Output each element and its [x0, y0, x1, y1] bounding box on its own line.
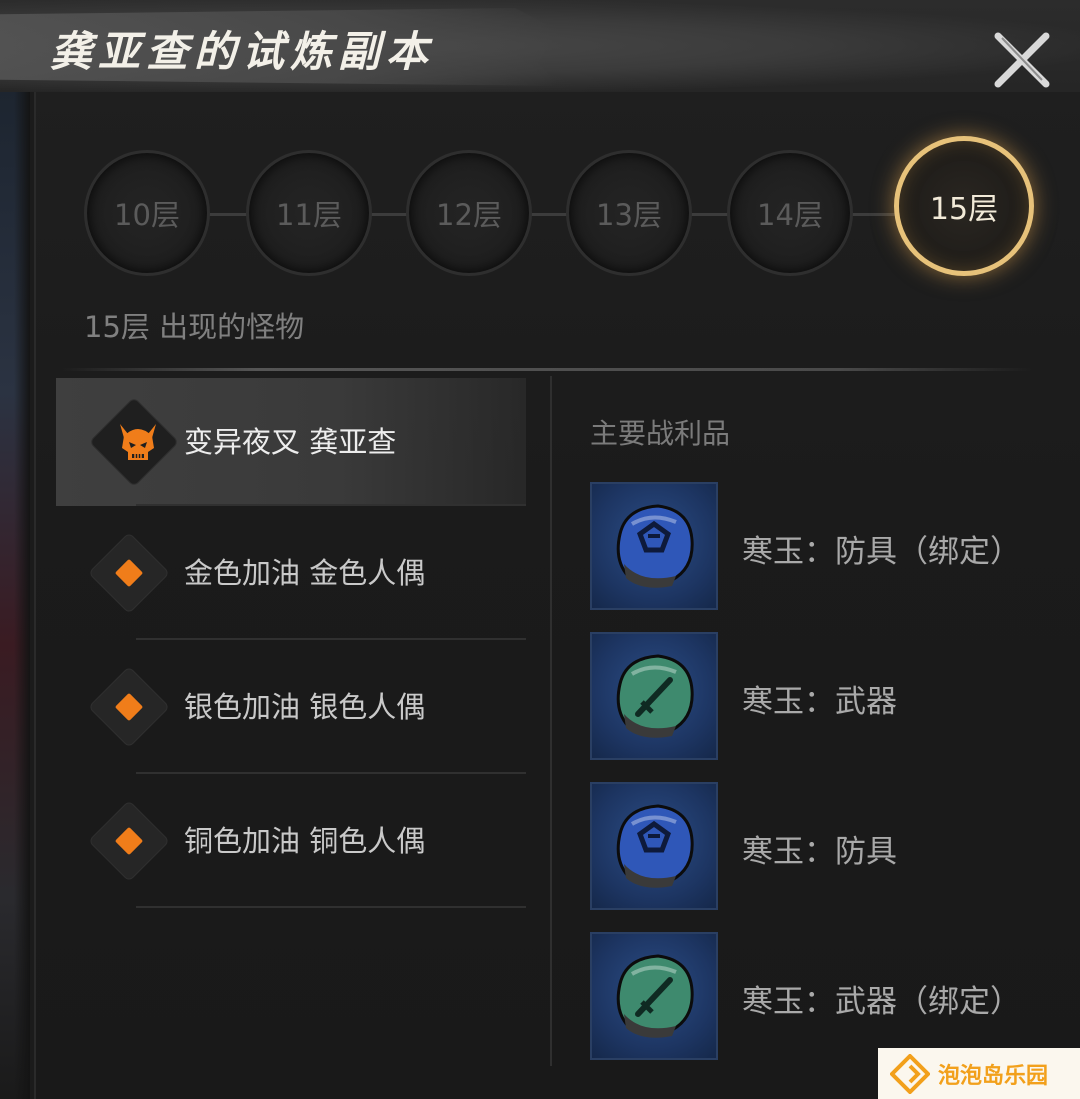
page-title: 龚亚查的试炼副本 [50, 27, 435, 76]
orange-diamond-icon [114, 826, 144, 856]
loot-name: 寒玉：防具 [742, 834, 897, 870]
monster-item[interactable]: 银色加油 银色人偶 [56, 640, 526, 774]
floor-button-15[interactable]: 15层 [894, 136, 1034, 276]
monster-name: 铜色加油 铜色人偶 [184, 824, 426, 858]
monsters-heading: 15层 出现的怪物 [84, 310, 305, 344]
floor-selector: 10层 11层 12层 13层 14层 15层 [84, 136, 1034, 278]
watermark-logo-icon [890, 1053, 930, 1094]
background-scene-strip [0, 90, 30, 1099]
demon-skull-icon [120, 424, 156, 460]
monster-item[interactable]: 金色加油 金色人偶 [56, 506, 526, 640]
monster-name: 金色加油 金色人偶 [184, 556, 426, 590]
column-divider [550, 376, 552, 1066]
section-divider [62, 368, 1032, 371]
floor-button-13[interactable]: 13层 [566, 150, 692, 276]
close-icon [994, 32, 1050, 88]
monster-item[interactable]: 铜色加油 铜色人偶 [56, 774, 526, 908]
loot-item[interactable]: 寒玉：武器 [590, 632, 1040, 782]
floor-button-11[interactable]: 11层 [246, 150, 372, 276]
title-bar: 龚亚查的试炼副本 [0, 0, 1080, 92]
orange-diamond-icon [114, 692, 144, 722]
loot-icon-frame [590, 482, 718, 610]
loot-name: 寒玉：防具（绑定） [742, 534, 1021, 570]
watermark: 泡泡岛乐园 [878, 1048, 1080, 1099]
monster-icon-frame [87, 799, 171, 883]
loot-name: 寒玉：武器（绑定） [742, 984, 1021, 1020]
green-jade-weapon-icon [616, 954, 694, 1038]
close-button[interactable] [990, 30, 1054, 90]
floor-button-14[interactable]: 14层 [727, 150, 853, 276]
floor-button-12[interactable]: 12层 [406, 150, 532, 276]
orange-diamond-icon [114, 558, 144, 588]
loot-icon-frame [590, 632, 718, 760]
loot-list: 寒玉：防具（绑定） 寒玉：武器寒玉：防具寒玉：武器（绑定） [590, 482, 1040, 1082]
watermark-text: 泡泡岛乐园 [938, 1063, 1049, 1089]
loot-item[interactable]: 寒玉：防具 [590, 782, 1040, 932]
loot-heading: 主要战利品 [590, 417, 731, 450]
monster-name: 变异夜叉 龚亚查 [184, 425, 397, 459]
blue-jade-armor-icon [616, 504, 694, 588]
blue-jade-armor-icon [616, 804, 694, 888]
loot-name: 寒玉：武器 [742, 684, 897, 720]
monster-name: 银色加油 银色人偶 [184, 690, 426, 724]
monster-list: 变异夜叉 龚亚查 金色加油 金色人偶 银色加油 银色人偶 铜色加油 铜色人偶 [56, 378, 526, 908]
loot-icon-frame [590, 782, 718, 910]
green-jade-weapon-icon [616, 654, 694, 738]
row-divider [136, 906, 526, 908]
monster-item[interactable]: 变异夜叉 龚亚查 [56, 378, 526, 506]
floor-button-10[interactable]: 10层 [84, 150, 210, 276]
loot-item[interactable]: 寒玉：防具（绑定） [590, 482, 1040, 632]
monster-icon-frame [87, 665, 171, 749]
loot-icon-frame [590, 932, 718, 1060]
monster-icon-frame [87, 531, 171, 615]
